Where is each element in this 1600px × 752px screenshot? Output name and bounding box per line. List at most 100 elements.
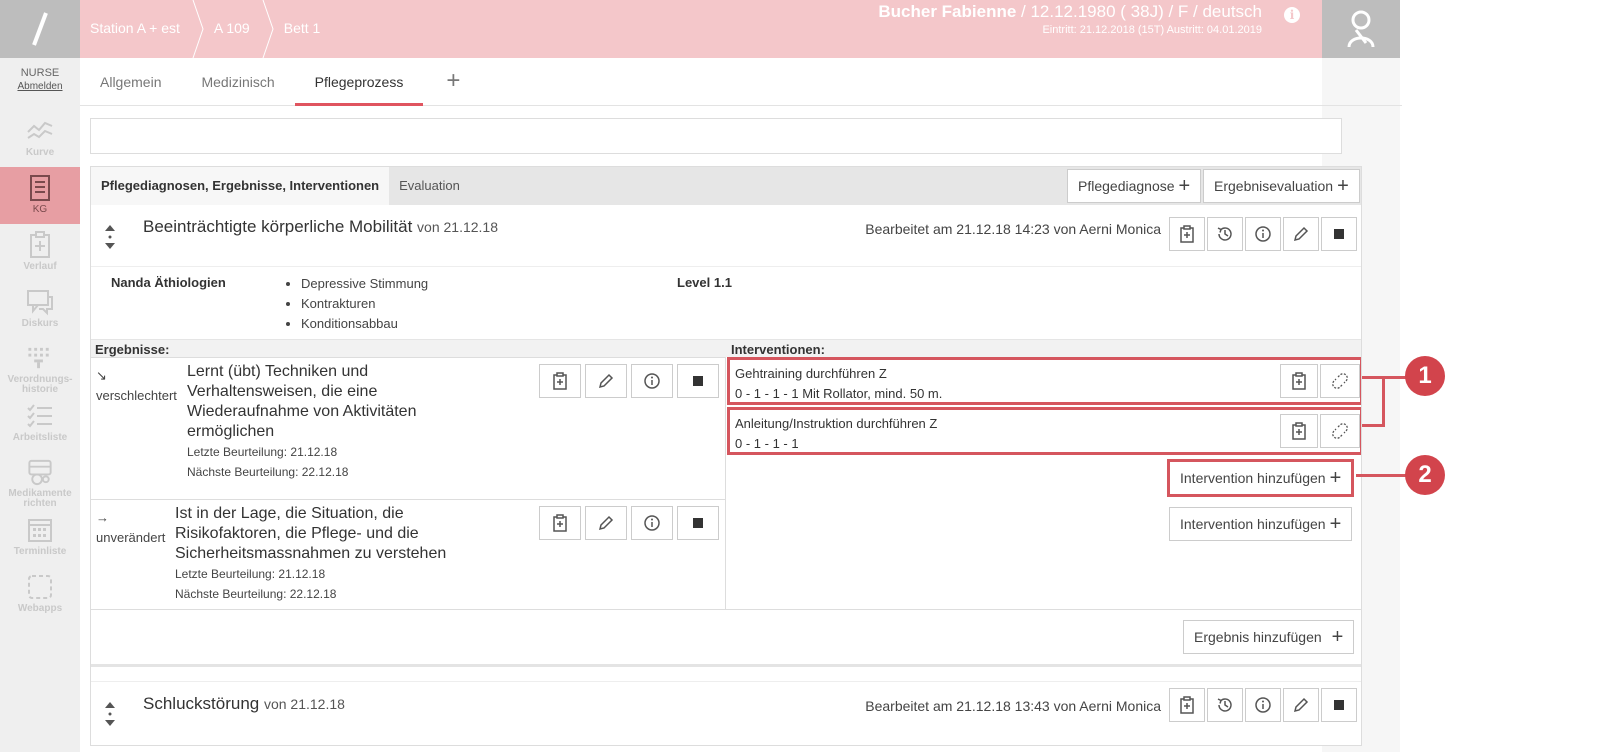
nav-item-verlauf[interactable]: Verlauf [0,224,80,281]
intervention-title: Anleitung/Instruktion durchführen Z [735,416,938,431]
nav-item-medikamente[interactable]: Medikamente richten [0,452,80,509]
list-item: Konditionsabbau [301,314,428,334]
nav-item-kg[interactable]: KG [0,167,80,224]
list-item: Kontrakturen [301,294,428,314]
add-evaluation-button[interactable]: Ergebnisevaluation + [1203,169,1360,203]
tab-medizinisch[interactable]: Medizinisch [181,58,294,106]
nav-item-terminliste[interactable]: Terminliste [0,509,80,566]
unlink-button[interactable] [1320,414,1360,448]
slash-logo-icon [32,12,48,46]
edit-button[interactable] [1283,688,1319,722]
intervention-actions [1278,364,1360,398]
breadcrumb-station[interactable]: Station A + est [80,0,192,58]
info-button[interactable] [631,506,673,540]
clipboard-plus-icon [1180,225,1194,243]
button-label: Intervention hinzufügen [1180,470,1326,486]
edit-button[interactable] [1283,217,1319,251]
diagnosis-name: Beeinträchtigte körperliche Mobilität [143,217,413,236]
stop-button[interactable] [677,506,719,540]
clipboard-button[interactable] [1280,414,1318,448]
tab-diagnoses[interactable]: Pflegediagnosen, Ergebnisse, Interventio… [91,167,390,205]
plus-icon: + [1337,175,1349,197]
nanda-label: Nanda Äthiologien [111,275,226,290]
info-button[interactable] [1245,688,1281,722]
nav-label: Kurve [25,147,55,158]
pencil-icon [598,373,614,389]
tab-evaluation[interactable]: Evaluation [389,167,470,205]
add-tab-icon[interactable]: + [423,58,483,105]
clipboard-button[interactable] [1280,364,1318,398]
clipboard-button[interactable] [1169,688,1205,722]
nav-item-diskurs[interactable]: Diskurs [0,281,80,338]
button-label: Intervention hinzufügen [1180,516,1326,532]
diagnosis-title: Schluckstörung von 21.12.18 [143,694,345,714]
add-diagnosis-button[interactable]: Pflegediagnose + [1067,169,1202,203]
button-label: Pflegediagnose [1078,178,1175,194]
info-button[interactable] [1245,217,1281,251]
chat-icon [27,290,53,316]
unlink-icon [1332,373,1348,389]
history-icon [1217,227,1232,241]
diagnosis-date: von 21.12.18 [417,219,499,235]
tab-allgemein[interactable]: Allgemein [80,58,181,106]
nav-label: Terminliste [13,546,67,557]
intervention-item[interactable]: Anleitung/Instruktion durchführen Z 0 - … [727,407,1361,455]
edit-button[interactable] [585,364,627,398]
patient-avatar[interactable] [1322,0,1400,58]
history-button[interactable] [1207,688,1243,722]
prescription-history-icon [28,347,49,369]
intervention-item[interactable]: Gehtraining durchführen Z 0 - 1 - 1 - 1 … [727,357,1361,405]
add-intervention-button[interactable]: Intervention hinzufügen + [1169,507,1353,541]
pencil-icon [1293,226,1309,242]
clipboard-plus-icon [30,231,50,258]
stop-button[interactable] [677,364,719,398]
add-result-button[interactable]: Ergebnis hinzufügen + [1183,620,1355,654]
info-circle-icon [1255,697,1271,713]
nav-item-verordnungshistorie[interactable]: Verordnungs-historie [0,338,80,395]
info-icon[interactable]: i [1284,7,1300,23]
result-last-assessment: Letzte Beurteilung: 21.12.18 [187,445,338,459]
tab-pflegeprozess[interactable]: Pflegeprozess [294,58,424,106]
nav-item-webapps[interactable]: Webapps [0,566,80,623]
edit-button[interactable] [585,506,627,540]
diagnosis-actions [1167,688,1357,722]
stop-button[interactable] [1321,217,1357,251]
diagnosis-edited: Bearbeitet am 21.12.18 13:43 von Aerni M… [865,698,1161,714]
trend-label: verschlechtert [96,388,177,403]
main-tabs: Allgemein Medizinisch Pflegeprozess + [80,58,1402,106]
clipboard-plus-icon [1180,696,1194,714]
result-text: Ist in der Lage, die Situation, die Risi… [175,504,475,604]
logout-link[interactable]: Abmelden [0,81,80,92]
clipboard-button[interactable] [1169,217,1205,251]
clipboard-button[interactable] [539,506,581,540]
callout-badge-1: 1 [1405,356,1445,396]
breadcrumb-bed[interactable]: Bett 1 [274,0,333,58]
drag-sort-icon[interactable] [103,702,117,726]
trend-indicator: ↘ verschlechtert [96,366,177,406]
add-intervention-button[interactable]: Intervention hinzufügen + [1166,459,1355,497]
pencil-icon [1293,697,1309,713]
result-actions [539,506,719,540]
person-icon [1347,10,1375,48]
nav-item-arbeitsliste[interactable]: Arbeitsliste [0,395,80,452]
patient-info: Bucher Fabienne / 12.12.1980 ( 38J) / F … [878,2,1262,36]
stop-icon [1334,700,1344,710]
webapps-icon [28,575,52,599]
chevron-right-icon [262,0,274,58]
nav-label: Arbeitsliste [12,432,68,443]
diagnosis-actions [1167,217,1357,251]
breadcrumb-room[interactable]: A 109 [204,0,262,58]
history-button[interactable] [1207,217,1243,251]
search-input[interactable] [90,118,1342,154]
stop-button[interactable] [1321,688,1357,722]
clipboard-button[interactable] [539,364,581,398]
app-logo[interactable] [0,0,80,58]
result-next-assessment: Nächste Beurteilung: 22.12.18 [187,465,349,479]
result-actions [539,364,719,398]
diagnosis-header: Beeinträchtigte körperliche Mobilität vo… [91,205,1361,267]
nav-item-kurve[interactable]: Kurve [0,110,80,167]
drag-sort-icon[interactable] [103,225,117,249]
unlink-button[interactable] [1320,364,1360,398]
button-label: Ergebnisevaluation [1214,178,1334,194]
info-button[interactable] [631,364,673,398]
